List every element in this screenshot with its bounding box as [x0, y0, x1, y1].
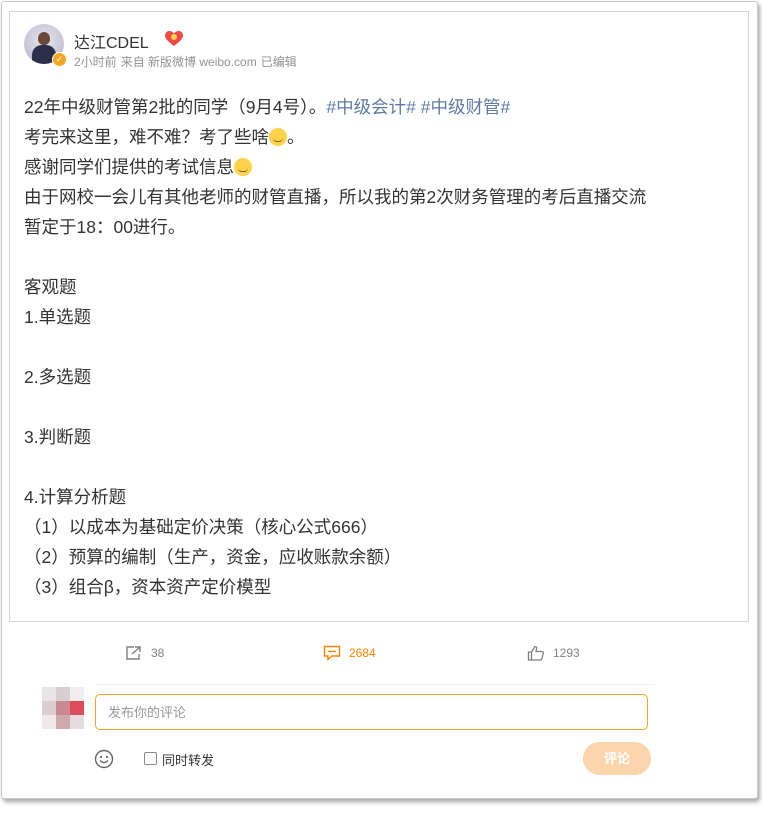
- fan-heart-icon: [165, 31, 183, 46]
- post-meta: 2小时前 来自 新版微博 weibo.com 已编辑: [74, 53, 301, 70]
- post-line: 暂定于18：00进行。: [24, 212, 744, 242]
- post-line-text: 感谢同学们提供的考试信息: [24, 157, 234, 177]
- comment-button[interactable]: 2684: [323, 636, 376, 670]
- post-time[interactable]: 2小时前: [74, 55, 117, 69]
- post-line: 1.单选题: [24, 302, 744, 332]
- action-bar: 38 2684 1293: [9, 636, 747, 670]
- smile-emoji-icon: [269, 128, 287, 146]
- post-card: ✓ 达江CDEL 2小时前 来自 新版微博 weibo.com 已编辑 22年中级财…: [9, 11, 749, 622]
- post-line: （1）以成本为基础定价决策（核心公式666）: [24, 512, 744, 542]
- author-name[interactable]: 达江CDEL: [74, 29, 149, 53]
- post-line: 22年中级财管第2批的同学（9月4号）。#中级会计# #中级财管#: [24, 92, 744, 122]
- share-count: 38: [151, 646, 165, 660]
- post-line-suffix: 。: [287, 127, 305, 147]
- hashtag-link[interactable]: #中级会计#: [326, 97, 415, 117]
- post-content: 22年中级财管第2批的同学（9月4号）。#中级会计# #中级财管# 考完来这里，难…: [24, 92, 744, 602]
- comment-icon: [323, 645, 341, 661]
- divider: [95, 684, 655, 685]
- repost-label[interactable]: 同时转发: [162, 750, 214, 769]
- post-line-text: 22年中级财管第2批的同学（9月4号）。: [24, 97, 327, 117]
- post-line-text: （1）以成本为基础定价决策（核心公式666）: [24, 517, 378, 537]
- thumbs-up-icon: [527, 645, 545, 661]
- submit-comment-button[interactable]: 评论: [583, 742, 651, 775]
- post-line: 2.多选题: [24, 362, 744, 392]
- post-line: 4.计算分析题: [24, 482, 744, 512]
- share-icon: [126, 646, 141, 660]
- post-line-text: 2.多选题: [24, 367, 92, 387]
- post-line: [24, 452, 744, 482]
- post-line: 感谢同学们提供的考试信息: [24, 152, 744, 182]
- post-line: 考完来这里，难不难？考了些啥。: [24, 122, 744, 152]
- verified-badge-icon: ✓: [52, 52, 67, 67]
- post-line-text: 3.判断题: [24, 427, 92, 447]
- emoji-picker-icon[interactable]: [94, 749, 114, 769]
- comment-input[interactable]: 发布你的评论: [95, 694, 648, 730]
- share-button[interactable]: 38: [125, 636, 164, 670]
- hashtag-link[interactable]: #中级财管#: [416, 97, 510, 117]
- post-line-text: 暂定于18：00进行。: [24, 217, 186, 237]
- post-line-text: （3）组合β，资本资产定价模型: [24, 577, 272, 597]
- comment-count: 2684: [349, 646, 376, 660]
- post-line: 3.判断题: [24, 422, 744, 452]
- kiss-emoji-icon: [234, 158, 252, 176]
- post-line-text: 客观题: [24, 277, 77, 297]
- post-line-text: （2）预算的编制（生产，资金，应收账款余额）: [24, 547, 402, 567]
- post-line-text: 1.单选题: [24, 307, 92, 327]
- post-line: 由于网校一会儿有其他老师的财管直播，所以我的第2次财务管理的考后直播交流: [24, 182, 744, 212]
- commenter-avatar[interactable]: [42, 687, 84, 729]
- post-source: 来自 新版微博 weibo.com: [120, 55, 257, 69]
- like-button[interactable]: 1293: [527, 636, 580, 670]
- edited-label[interactable]: 已编辑: [261, 55, 297, 69]
- post-line: （2）预算的编制（生产，资金，应收账款余额）: [24, 542, 744, 572]
- post-line: 客观题: [24, 272, 744, 302]
- repost-checkbox[interactable]: [144, 752, 157, 765]
- post-line-text: 考完来这里，难不难？考了些啥: [24, 127, 269, 147]
- post-line-text: 4.计算分析题: [24, 487, 127, 507]
- post-line: [24, 392, 744, 422]
- post-line: （3）组合β，资本资产定价模型: [24, 572, 744, 602]
- post-line: [24, 332, 744, 362]
- post-line-text: 由于网校一会儿有其他老师的财管直播，所以我的第2次财务管理的考后直播交流: [24, 187, 647, 207]
- like-count: 1293: [553, 646, 580, 660]
- post-line: [24, 242, 744, 272]
